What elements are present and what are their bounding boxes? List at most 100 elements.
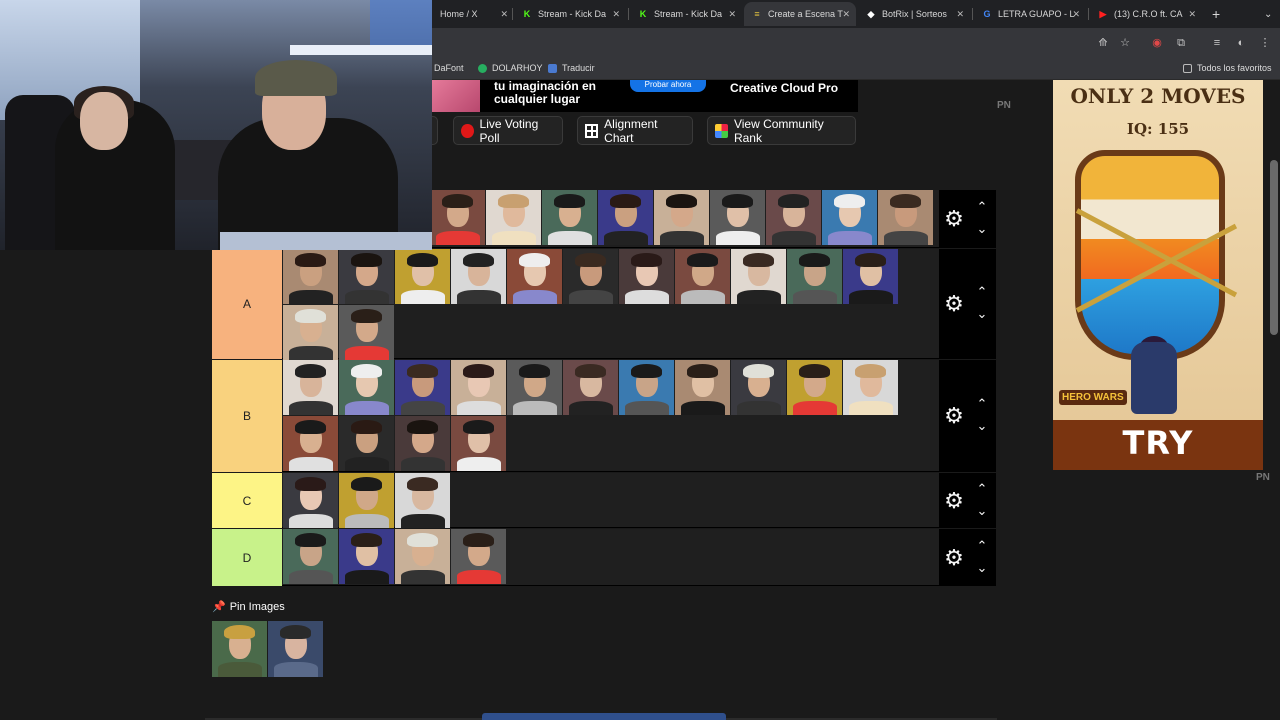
tier-item-image[interactable]	[542, 190, 597, 245]
tier-item-image[interactable]	[486, 190, 541, 245]
tier-item-image[interactable]	[878, 190, 933, 245]
tier-item-image[interactable]	[283, 473, 338, 528]
tier-item-image[interactable]	[619, 249, 674, 304]
tier-item-image[interactable]	[339, 360, 394, 415]
tier-item-image[interactable]	[283, 305, 338, 360]
tab-search-button[interactable]: ⌄	[1256, 2, 1276, 26]
star-icon[interactable]: ☆	[1118, 36, 1132, 50]
tier-item-image[interactable]	[395, 473, 450, 528]
bottom-bar[interactable]	[482, 713, 726, 720]
gear-icon[interactable]: ⚙	[943, 405, 965, 427]
bookmark-all-favorites[interactable]: Todos los favoritos	[1183, 63, 1272, 73]
tier-label[interactable]: C	[212, 473, 282, 528]
tier-item-image[interactable]	[339, 305, 394, 360]
profile-avatar[interactable]: ◐	[1234, 36, 1248, 50]
media-icon[interactable]: ≡	[1210, 36, 1224, 50]
hero-wars-ad[interactable]: ONLY 2 MOVES IQ: 155 HERO WARS TRY	[1053, 80, 1263, 470]
tier-item-image[interactable]	[507, 360, 562, 415]
tier-item-image[interactable]	[619, 360, 674, 415]
close-icon[interactable]: ✕	[842, 9, 850, 20]
close-icon[interactable]: ✕	[1072, 9, 1080, 20]
record-icon[interactable]: ◉	[1150, 36, 1164, 50]
tier-item-image[interactable]	[822, 190, 877, 245]
gear-icon[interactable]: ⚙	[943, 489, 965, 512]
close-icon[interactable]: ✕	[728, 9, 736, 20]
page-scrollbar[interactable]	[1270, 160, 1278, 335]
pin-image[interactable]	[212, 621, 267, 677]
tier-item-image[interactable]	[339, 473, 394, 528]
chevron-up-icon[interactable]: ⌃	[975, 285, 989, 298]
tier-label[interactable]: B	[212, 360, 282, 472]
tier-item-image[interactable]	[787, 249, 842, 304]
pin-images-label[interactable]: 📌 Pin Images	[212, 600, 285, 614]
try-button[interactable]: TRY	[1053, 424, 1263, 462]
gear-icon[interactable]: ⚙	[943, 546, 965, 569]
tier-item-image[interactable]	[451, 249, 506, 304]
chevron-down-icon[interactable]: ⌄	[975, 307, 989, 320]
pin-image[interactable]	[268, 621, 323, 677]
chevron-up-icon[interactable]: ⌃	[975, 539, 989, 552]
tier-item-image[interactable]	[283, 416, 338, 471]
chevron-down-icon[interactable]: ⌄	[975, 419, 989, 432]
view-community-rank-button[interactable]: View Community Rank	[707, 116, 856, 145]
tier-item-image[interactable]	[430, 190, 485, 245]
tier-item-image[interactable]	[710, 190, 765, 245]
tier-label[interactable]: D	[212, 529, 282, 586]
chevron-up-icon[interactable]: ⌃	[975, 482, 989, 495]
tier-item-image[interactable]	[654, 190, 709, 245]
tier-item-image[interactable]	[451, 360, 506, 415]
tab-youtube-cro[interactable]: ▶ (13) C.R.O ft. CA ✕	[1090, 2, 1202, 26]
tab-create-escena[interactable]: ≡ Create a Escena T ✕	[744, 2, 856, 26]
tier-label[interactable]: A	[212, 249, 282, 359]
tier-item-image[interactable]	[843, 360, 898, 415]
ad-cta-button[interactable]: Probar ahora	[630, 80, 706, 92]
tab-home-x[interactable]: Home / X ✕	[432, 2, 514, 26]
tab-letra-guapo[interactable]: G LETRA GUAPO - L ✕	[974, 2, 1086, 26]
alignment-chart-button[interactable]: Alignment Chart	[577, 116, 693, 145]
chevron-up-icon[interactable]: ⌃	[975, 200, 989, 213]
close-icon[interactable]: ✕	[956, 9, 964, 20]
close-icon[interactable]: ✕	[612, 9, 620, 20]
gear-icon[interactable]: ⚙	[943, 208, 965, 230]
tier-item-image[interactable]	[563, 360, 618, 415]
tier-item-image[interactable]	[675, 249, 730, 304]
bookmark-dolarhoy[interactable]: DOLARHOY	[478, 63, 543, 73]
tier-item-image[interactable]	[766, 190, 821, 245]
tier-item-image[interactable]	[451, 416, 506, 471]
close-icon[interactable]: ✕	[1188, 9, 1196, 20]
extensions-icon[interactable]: ⧉	[1174, 36, 1188, 50]
menu-icon[interactable]: ⋮	[1258, 36, 1272, 50]
tier-item-image[interactable]	[675, 360, 730, 415]
gear-icon[interactable]: ⚙	[943, 293, 965, 315]
tier-item-image[interactable]	[283, 249, 338, 304]
tier-item-image[interactable]	[731, 360, 786, 415]
tier-item-image[interactable]	[395, 249, 450, 304]
live-voting-poll-button[interactable]: Live Voting Poll	[453, 116, 563, 145]
close-icon[interactable]: ✕	[500, 9, 508, 20]
tier-item-image[interactable]	[843, 249, 898, 304]
tier-item-image[interactable]	[563, 249, 618, 304]
tier-item-image[interactable]	[339, 529, 394, 584]
tier-item-image[interactable]	[731, 249, 786, 304]
tier-item-image[interactable]	[507, 249, 562, 304]
bookmark-traducir[interactable]: Traducir	[548, 63, 595, 73]
tier-item-image[interactable]	[339, 416, 394, 471]
tier-item-image[interactable]	[451, 529, 506, 584]
tier-item-image[interactable]	[395, 360, 450, 415]
tab-botrix[interactable]: ◆ BotRix | Sorteos ✕	[858, 2, 970, 26]
chevron-up-icon[interactable]: ⌃	[975, 397, 989, 410]
tier-item-image[interactable]	[598, 190, 653, 245]
chevron-down-icon[interactable]: ⌄	[975, 561, 989, 574]
new-tab-button[interactable]: +	[1204, 2, 1224, 26]
bookmark-dafont[interactable]: DaFont	[434, 63, 464, 73]
tier-item-image[interactable]	[283, 360, 338, 415]
chevron-down-icon[interactable]: ⌄	[975, 222, 989, 235]
tier-item-image[interactable]	[283, 529, 338, 584]
tab-stream-kick-1[interactable]: K Stream - Kick Da ✕	[514, 2, 626, 26]
ad-banner[interactable]: tu imaginación en cualquier lugar Probar…	[432, 80, 858, 112]
translate-icon[interactable]: ⟰	[1096, 36, 1110, 50]
chevron-down-icon[interactable]: ⌄	[975, 504, 989, 517]
tier-item-image[interactable]	[339, 249, 394, 304]
tier-item-image[interactable]	[787, 360, 842, 415]
tier-item-image[interactable]	[395, 416, 450, 471]
